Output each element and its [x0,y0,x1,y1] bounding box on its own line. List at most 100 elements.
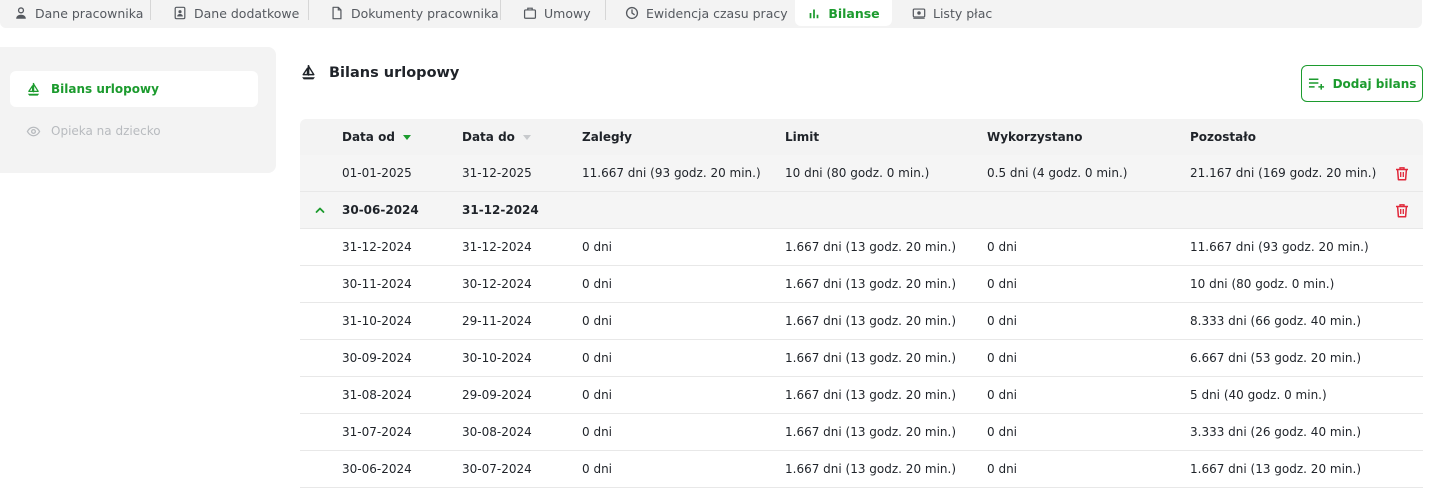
cell-used: 0 dni [987,277,1018,291]
column-header-data-od[interactable]: Data od [342,119,411,155]
cell-date-to: 30-08-2024 [462,425,532,439]
cell-date-from: 30-11-2024 [342,277,412,291]
cell-remaining: 6.667 dni (53 godz. 20 min.) [1190,351,1362,365]
tab-label: Dokumenty pracownika [351,5,499,21]
sidebar-item-opieka-na-dziecko[interactable]: Opieka na dziecko [10,113,258,149]
cell-date-to: 30-10-2024 [462,351,532,365]
cell-date-to: 31-12-2024 [462,240,532,254]
tab-dane-pracownika[interactable]: Dane pracownika [14,0,143,26]
table-header: Data od Data do Zaległy Limit Wykorzysta… [300,119,1423,155]
cell-date-to: 30-07-2024 [462,462,532,476]
tab-divider [308,0,309,20]
cell-date-to: 31-12-2024 [462,203,539,217]
tab-label: Listy płac [933,5,993,21]
table-row: 30-11-2024 30-12-2024 0 dni 1.667 dni (1… [300,266,1423,303]
column-header-label: Data od [342,130,395,144]
sidebar-item-label: Bilans urlopowy [51,82,159,96]
page-title-text: Bilans urlopowy [329,64,460,81]
cell-remaining: 3.333 dni (26 godz. 40 min.) [1190,425,1362,439]
table-row: 30-06-2024 30-07-2024 0 dni 1.667 dni (1… [300,451,1423,488]
person-icon [16,7,26,19]
cell-limit: 1.667 dni (13 godz. 20 min.) [785,277,957,291]
table-row: 31-12-2024 31-12-2024 0 dni 1.667 dni (1… [300,229,1423,266]
cell-overdue: 0 dni [582,240,613,254]
tab-label: Dane dodatkowe [194,5,300,21]
balance-table: Data od Data do Zaległy Limit Wykorzysta… [300,119,1423,488]
cell-remaining: 1.667 dni (13 godz. 20 min.) [1190,462,1362,476]
chevron-up-icon[interactable] [314,204,326,216]
table-row[interactable]: 01-01-2025 31-12-2025 11.667 dni (93 god… [300,155,1423,192]
column-header-pozostalo: Pozostało [1190,119,1256,155]
cell-remaining: 5 dni (40 godz. 0 min.) [1190,388,1327,402]
clock-icon [625,6,639,20]
tab-dane-dodatkowe[interactable]: Dane dodatkowe [173,0,299,26]
cell-date-from: 31-07-2024 [342,425,412,439]
cell-used: 0 dni [987,388,1018,402]
sailboat-icon [27,82,40,96]
page-title: Bilans urlopowy [300,64,459,81]
cell-used: 0 dni [987,240,1018,254]
column-header-label: Data do [462,130,515,144]
tab-umowy[interactable]: Umowy [523,0,591,26]
cell-date-from: 01-01-2025 [342,166,412,180]
cell-used: 0 dni [987,351,1018,365]
table-group-row[interactable]: 30-06-2024 31-12-2024 [300,192,1423,229]
cell-limit: 1.667 dni (13 godz. 20 min.) [785,314,957,328]
table-row: 31-10-2024 29-11-2024 0 dni 1.667 dni (1… [300,303,1423,340]
cell-limit: 1.667 dni (13 godz. 20 min.) [785,425,957,439]
cell-overdue: 0 dni [582,388,613,402]
cell-overdue: 11.667 dni (93 godz. 20 min.) [582,166,761,180]
money-icon [912,8,926,19]
id-badge-icon [174,6,186,20]
cell-overdue: 0 dni [582,425,613,439]
column-header-label: Pozostało [1190,130,1256,144]
sidebar-item-label: Opieka na dziecko [51,124,161,138]
tab-divider [605,0,606,20]
column-header-limit: Limit [785,119,819,155]
table-row: 31-07-2024 30-08-2024 0 dni 1.667 dni (1… [300,414,1423,451]
cell-used: 0 dni [987,462,1018,476]
cell-limit: 1.667 dni (13 godz. 20 min.) [785,462,957,476]
playlist-add-icon [1308,78,1324,90]
column-header-zalegly: Zaległy [582,119,632,155]
tab-bilanse[interactable]: Bilanse [795,0,892,26]
cell-limit: 1.667 dni (13 godz. 20 min.) [785,351,957,365]
cell-used: 0 dni [987,314,1018,328]
cell-overdue: 0 dni [582,351,613,365]
sailboat-icon [302,65,315,80]
cell-remaining: 8.333 dni (66 godz. 40 min.) [1190,314,1362,328]
cell-date-to: 29-11-2024 [462,314,532,328]
add-balance-button[interactable]: Dodaj bilans [1301,65,1423,102]
sidebar-item-bilans-urlopowy[interactable]: Bilans urlopowy [10,71,258,107]
cell-remaining: 10 dni (80 godz. 0 min.) [1190,277,1335,291]
column-header-data-do[interactable]: Data do [462,119,531,155]
cell-date-from: 30-06-2024 [342,462,412,476]
cell-remaining: 11.667 dni (93 godz. 20 min.) [1190,240,1369,254]
cell-date-from: 30-09-2024 [342,351,412,365]
cell-overdue: 0 dni [582,462,613,476]
tab-divider [150,0,151,20]
cell-limit: 1.667 dni (13 godz. 20 min.) [785,240,957,254]
cell-remaining: 21.167 dni (169 godz. 20 min.) [1190,166,1377,180]
cell-date-from: 31-12-2024 [342,240,412,254]
tab-label: Dane pracownika [35,5,144,21]
cell-used: 0.5 dni (4 godz. 0 min.) [987,166,1128,180]
tab-dokumenty-pracownika[interactable]: Dokumenty pracownika [330,0,499,26]
tab-bar: Dane pracownika Dane dodatkowe Dokumenty… [0,0,1422,28]
add-balance-label: Dodaj bilans [1332,76,1417,91]
trash-icon[interactable] [1395,166,1409,181]
tab-listy-plac[interactable]: Listy płac [912,0,992,26]
eye-icon [26,126,41,136]
tab-label: Ewidencja czasu pracy [646,5,788,21]
document-icon [332,6,342,20]
cell-used: 0 dni [987,425,1018,439]
column-header-label: Wykorzystano [987,130,1083,144]
cell-date-from: 30-06-2024 [342,203,419,217]
briefcase-icon [523,7,537,19]
trash-icon[interactable] [1395,203,1409,218]
tab-ewidencja-czasu-pracy[interactable]: Ewidencja czasu pracy [625,0,788,26]
sidebar: Bilans urlopowy Opieka na dziecko [0,47,276,173]
cell-date-to: 30-12-2024 [462,277,532,291]
cell-date-from: 31-08-2024 [342,388,412,402]
bar-chart-icon [809,9,819,19]
